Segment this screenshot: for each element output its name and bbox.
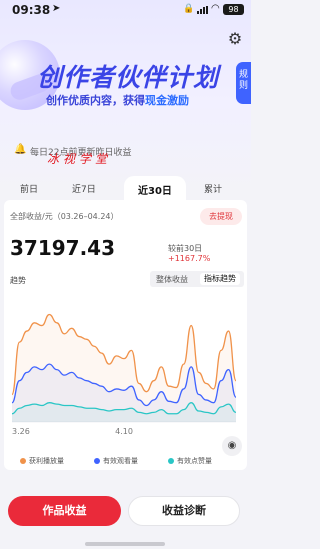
location-arrow-icon: ➤	[52, 3, 61, 14]
camera-icon[interactable]: ◉	[222, 436, 242, 456]
earnings-diagnosis-button[interactable]: 收益诊断	[128, 496, 240, 526]
battery-icon: 98	[223, 4, 244, 15]
tab-last-7-days[interactable]: 近7日	[72, 182, 96, 195]
lock-icon: 🔒	[183, 4, 195, 14]
home-indicator	[85, 542, 165, 546]
page-title: 创作者伙伴计划	[37, 63, 220, 92]
trend-toggle: 整体收益 指标趋势	[150, 271, 244, 287]
total-earnings-value: 37197.43	[10, 236, 116, 260]
works-earnings-button[interactable]: 作品收益	[8, 496, 121, 526]
toggle-metric-trend[interactable]: 指标趋势	[200, 273, 240, 285]
comparison-value: +1167.7%	[168, 254, 211, 263]
trend-label: 趋势	[10, 276, 26, 285]
comparison-text: 较前30日 +1167.7%	[168, 243, 247, 263]
legend-label: 有效点赞量	[177, 457, 212, 465]
legend-label: 有效观看量	[103, 457, 138, 465]
legend-label: 获利播放量	[29, 457, 64, 465]
period-tabs: 前日 近7日 近30日 累计	[0, 176, 251, 203]
status-bar: 09:38 ➤ 🔒 ◠ 98	[0, 0, 251, 22]
x-tick-label: 3.26	[12, 427, 30, 436]
total-earnings-label: 全部收益/元（03.26–04.24）	[10, 212, 119, 221]
trend-line-chart: 3.26 4.10	[11, 313, 237, 436]
tab-previous-day[interactable]: 前日	[20, 182, 38, 195]
chart-legend: 获利播放量 有效观看量 有效点赞量	[20, 456, 245, 468]
page-subtitle: 创作优质内容，获得现金激励	[46, 92, 189, 108]
status-time: 09:38	[12, 3, 51, 17]
subtitle-highlight: 现金激励	[145, 94, 189, 107]
wifi-icon: ◠	[211, 3, 220, 14]
legend-dot	[20, 458, 26, 464]
tab-cumulative[interactable]: 累计	[204, 182, 222, 195]
legend-item: 获利播放量	[20, 456, 64, 466]
gear-icon[interactable]: ⚙	[226, 30, 244, 48]
legend-dot	[168, 458, 174, 464]
tab-last-30-days[interactable]: 近30日	[124, 176, 186, 203]
legend-dot	[94, 458, 100, 464]
legend-item: 有效点赞量	[168, 456, 212, 466]
x-tick-label: 4.10	[115, 427, 133, 436]
subtitle-text: 创作优质内容，获得	[46, 94, 145, 107]
update-notice: 🔔 每日22点前更新昨日收益	[8, 142, 243, 160]
signal-icon	[197, 6, 209, 14]
bell-icon: 🔔	[14, 144, 27, 155]
rules-tab[interactable]: 规则	[236, 62, 251, 104]
comparison-label: 较前30日	[168, 244, 203, 253]
watermark-signature: 冰视学堂	[47, 152, 112, 166]
toggle-overall-earnings[interactable]: 整体收益	[156, 274, 188, 285]
legend-item: 有效观看量	[94, 456, 138, 466]
bottom-action-bar: 作品收益 收益诊断	[0, 490, 251, 549]
earnings-card: 全部收益/元（03.26–04.24） 去提现 37197.43 较前30日 +…	[4, 200, 247, 470]
withdraw-button[interactable]: 去提现	[200, 208, 242, 225]
